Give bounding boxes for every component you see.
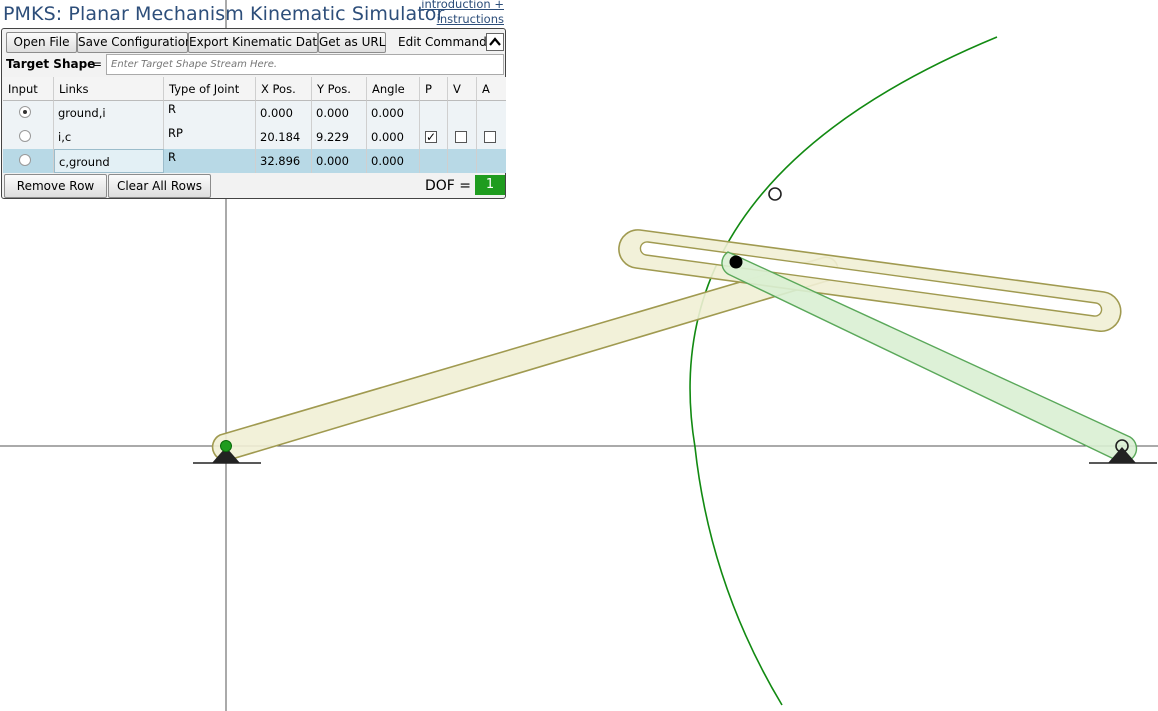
header-input: Input — [3, 77, 54, 101]
export-kinematic-data-button[interactable]: Export Kinematic Data — [188, 32, 324, 53]
input-radio-cell[interactable] — [3, 125, 54, 149]
collapse-panel-button[interactable] — [486, 33, 504, 51]
introduction-link-line1[interactable]: introduction + — [421, 0, 504, 12]
table-row[interactable]: i,c RP 20.184 9.229 0.000 ✓ — [3, 125, 506, 149]
header-x-pos: X Pos. — [256, 77, 312, 101]
header-a: A — [477, 77, 506, 101]
introduction-link[interactable]: introduction + instructions — [421, 0, 504, 27]
links-cell[interactable]: ground,i — [54, 101, 164, 125]
input-radio-cell[interactable] — [3, 149, 54, 173]
v-cell[interactable] — [448, 101, 477, 125]
header-angle: Angle — [367, 77, 420, 101]
joint-i-c[interactable] — [729, 255, 743, 269]
toolbar: Open File Save Configuration Export Kine… — [6, 32, 504, 53]
header-joint-type: Type of Joint — [164, 77, 256, 101]
get-as-url-button[interactable]: Get as URL — [318, 32, 386, 53]
p-cell[interactable]: ✓ — [420, 125, 448, 149]
save-configuration-button[interactable]: Save Configuration — [77, 32, 193, 53]
target-shape-input[interactable]: Enter Target Shape Stream Here. — [106, 54, 504, 75]
v-cell[interactable] — [448, 125, 477, 149]
header-links: Links — [54, 77, 164, 101]
angle-cell[interactable]: 0.000 — [367, 149, 420, 173]
a-cell[interactable] — [477, 149, 506, 173]
p-cell[interactable] — [420, 101, 448, 125]
app-title: PMKS: Planar Mechanism Kinematic Simulat… — [3, 3, 445, 25]
show-p-checkbox[interactable]: ✓ — [425, 131, 437, 143]
links-cell[interactable]: c,ground — [54, 149, 164, 173]
open-file-button[interactable]: Open File — [6, 32, 77, 53]
input-radio[interactable] — [19, 130, 31, 142]
path-marker[interactable] — [768, 187, 782, 201]
x-pos-cell[interactable]: 20.184 — [256, 125, 312, 149]
angle-cell[interactable]: 0.000 — [367, 125, 420, 149]
a-cell[interactable] — [477, 101, 506, 125]
edit-commands-label[interactable]: Edit Commands — [398, 32, 493, 53]
angle-cell[interactable]: 0.000 — [367, 101, 420, 125]
show-a-checkbox[interactable] — [484, 131, 496, 143]
target-shape-label: Target Shape — [6, 57, 96, 71]
joint-type-cell[interactable]: R — [164, 149, 256, 173]
x-pos-cell[interactable]: 32.896 — [256, 149, 312, 173]
joint-ground-i[interactable] — [220, 440, 232, 452]
panel-footer: Remove Row Clear All Rows DOF = 1 — [3, 174, 505, 198]
target-shape-row: Target Shape = Enter Target Shape Stream… — [3, 54, 504, 76]
dof-label: DOF = — [425, 178, 472, 194]
header-y-pos: Y Pos. — [312, 77, 367, 101]
dof-value: 1 — [475, 175, 505, 195]
target-shape-equals: = — [92, 57, 103, 71]
a-cell[interactable] — [477, 125, 506, 149]
introduction-link-line2[interactable]: instructions — [421, 12, 504, 27]
joint-panel: Open File Save Configuration Export Kine… — [1, 28, 506, 199]
p-cell[interactable] — [420, 149, 448, 173]
input-radio-cell[interactable] — [3, 101, 54, 125]
y-pos-cell[interactable]: 0.000 — [312, 101, 367, 125]
header-p: P — [420, 77, 448, 101]
table-row[interactable]: c,ground R 32.896 0.000 0.000 — [3, 149, 506, 173]
header-v: V — [448, 77, 477, 101]
input-radio[interactable] — [19, 154, 31, 166]
v-cell[interactable] — [448, 149, 477, 173]
y-pos-cell[interactable]: 0.000 — [312, 149, 367, 173]
table-header: Input Links Type of Joint X Pos. Y Pos. … — [3, 77, 506, 101]
joint-type-cell[interactable]: R — [164, 101, 256, 125]
input-radio[interactable] — [19, 106, 31, 118]
clear-all-rows-button[interactable]: Clear All Rows — [108, 174, 211, 198]
y-pos-cell[interactable]: 9.229 — [312, 125, 367, 149]
chevron-up-icon — [489, 37, 501, 46]
table-row[interactable]: ground,i R 0.000 0.000 0.000 — [3, 101, 506, 125]
show-v-checkbox[interactable] — [455, 131, 467, 143]
x-pos-cell[interactable]: 0.000 — [256, 101, 312, 125]
links-cell[interactable]: i,c — [54, 125, 164, 149]
remove-row-button[interactable]: Remove Row — [4, 174, 107, 198]
link-i-bar[interactable] — [211, 256, 839, 462]
joint-type-cell[interactable]: RP — [164, 125, 256, 149]
